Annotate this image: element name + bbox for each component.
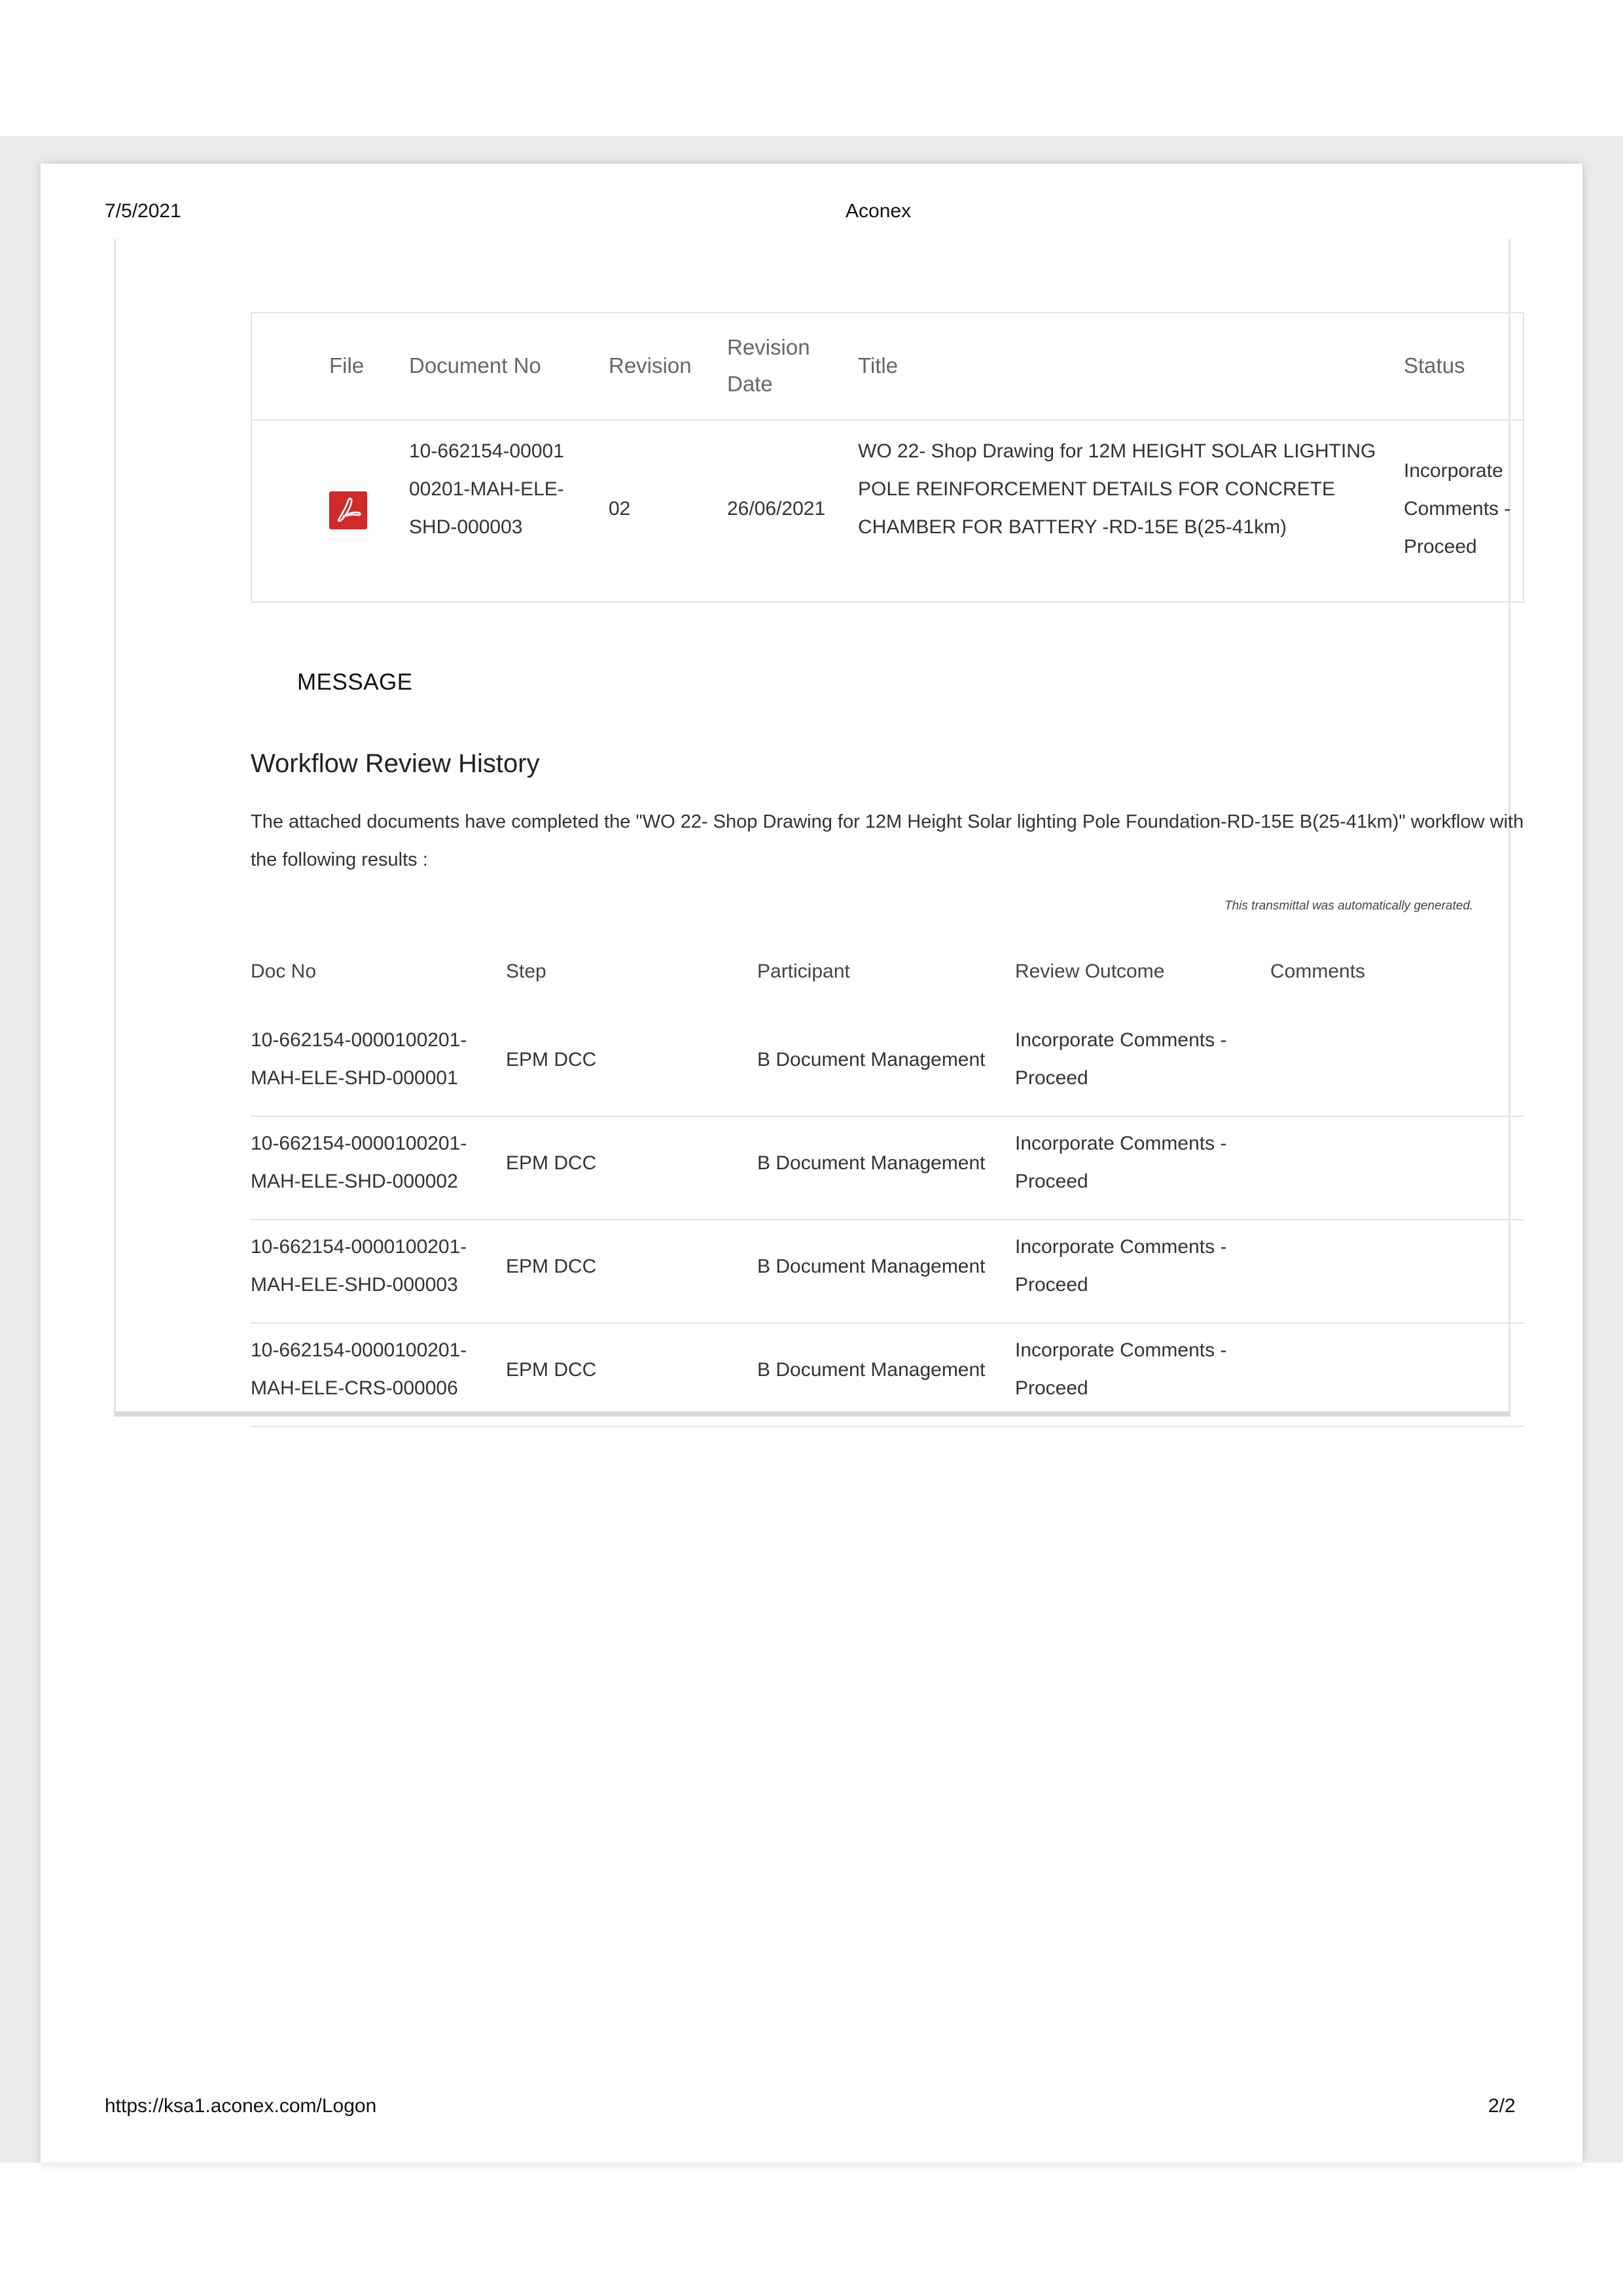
- col-comments: Comments: [1270, 961, 1366, 982]
- printed-page: 7/5/2021 Aconex File Document No Revisio…: [41, 164, 1582, 2163]
- workflow-description: The attached documents have completed th…: [251, 811, 1524, 870]
- table-row: 10-662154-0000100201-MAH-ELE-SHD-000003 …: [251, 1220, 1524, 1324]
- participant-cell: B Document Management: [757, 1359, 986, 1381]
- revision-date-cell: 26/06/2021: [727, 498, 826, 520]
- table-row: 10-662154-0000100201-MAH-ELE-SHD-000002 …: [251, 1117, 1524, 1220]
- col-doc-no: Doc No: [251, 961, 317, 982]
- doc-no-cell[interactable]: 10-662154-0000100201-MAH-ELE-CRS-000006: [251, 1332, 486, 1407]
- header-divider: [252, 419, 1523, 421]
- doc-no-cell[interactable]: 10-662154-0000100201-MAH-ELE-SHD-000001: [251, 1021, 486, 1097]
- col-participant: Participant: [757, 961, 850, 982]
- status-cell: Incorporate Comments - Proceed: [1404, 460, 1511, 557]
- title-cell[interactable]: WO 22- Shop Drawing for 12M HEIGHT SOLAR…: [858, 433, 1388, 546]
- col-step: Step: [506, 961, 546, 982]
- print-title: Aconex: [846, 200, 912, 222]
- footer-url[interactable]: https://ksa1.aconex.com/Logon: [105, 2095, 376, 2117]
- participant-cell: B Document Management: [757, 1256, 986, 1277]
- outcome-cell: Incorporate Comments - Proceed: [1015, 1236, 1227, 1296]
- page-number: 2/2: [1488, 2095, 1516, 2117]
- documents-table: File Document No Revision Revision Date …: [251, 312, 1524, 603]
- col-document-no: Document No: [409, 353, 541, 378]
- table-row: 10-662154-0000100201-MAH-ELE-SHD-000001 …: [251, 1014, 1524, 1117]
- auto-generated-note: This transmittal was automatically gener…: [1224, 899, 1474, 913]
- step-cell: EPM DCC: [506, 1152, 597, 1174]
- doc-no-cell[interactable]: 10-662154-0000100201-MAH-ELE-SHD-000003: [251, 1228, 486, 1304]
- workflow-title: Workflow Review History: [251, 749, 540, 778]
- doc-no-cell[interactable]: 10-662154-0000100201-MAH-ELE-SHD-000002: [251, 1125, 486, 1201]
- col-revision-date: Revision Date: [727, 335, 810, 396]
- col-status: Status: [1404, 353, 1465, 378]
- outcome-cell: Incorporate Comments - Proceed: [1015, 1339, 1227, 1399]
- participant-cell: B Document Management: [757, 1152, 986, 1174]
- message-label: MESSAGE: [297, 669, 413, 695]
- revision-cell: 02: [609, 498, 631, 520]
- col-revision: Revision: [609, 353, 692, 378]
- table-row: 10-662154-0000100201-MAH-ELE-CRS-000006 …: [251, 1324, 1524, 1427]
- col-review-outcome: Review Outcome: [1015, 961, 1165, 982]
- participant-cell: B Document Management: [757, 1049, 986, 1070]
- step-cell: EPM DCC: [506, 1256, 597, 1277]
- col-title: Title: [858, 353, 899, 378]
- outcome-cell: Incorporate Comments - Proceed: [1015, 1133, 1227, 1192]
- pdf-icon[interactable]: [329, 491, 367, 529]
- content-panel: File Document No Revision Revision Date …: [114, 239, 1524, 1427]
- col-file: File: [329, 353, 365, 378]
- step-cell: EPM DCC: [506, 1359, 597, 1381]
- outcome-cell: Incorporate Comments - Proceed: [1015, 1029, 1227, 1089]
- print-date: 7/5/2021: [105, 200, 181, 222]
- document-no-cell[interactable]: 10-662154-0000100201-MAH-ELE-SHD-000003: [409, 433, 573, 546]
- step-cell: EPM DCC: [506, 1049, 597, 1070]
